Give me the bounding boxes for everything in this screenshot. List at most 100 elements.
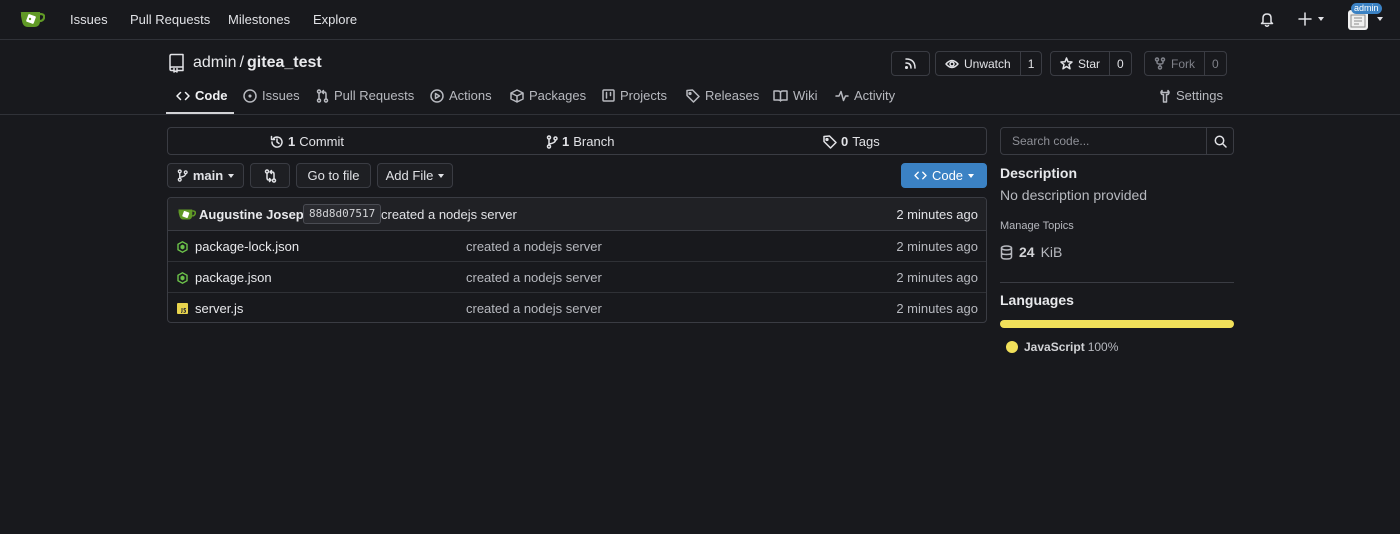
sidebar-divider [1000,282,1234,283]
language-item-javascript[interactable]: JavaScript 100% [1006,340,1118,354]
file-row[interactable]: package.json created a nodejs server 2 m… [168,262,986,293]
clone-code-button[interactable]: Code [901,163,987,188]
gitea-logo-icon[interactable] [19,8,45,30]
plus-icon [1298,12,1312,26]
tab-settings[interactable]: Settings [1159,88,1223,103]
file-commit-time: 2 minutes ago [896,270,978,285]
avatar-chevron-down-icon[interactable] [1377,17,1383,21]
compare-icon [264,168,276,183]
create-new-menu[interactable] [1298,12,1324,26]
javascript-icon [177,303,188,314]
search-code-input[interactable] [1001,128,1206,154]
file-name-link[interactable]: package-lock.json [195,239,299,254]
tab-wiki[interactable]: Wiki [773,88,818,103]
play-circle-icon [430,88,444,103]
branches-link[interactable]: 1 Branch [546,134,614,149]
file-commit-time: 2 minutes ago [896,239,978,254]
branches-label: Branch [573,134,615,149]
book-icon [773,90,788,102]
file-name-link[interactable]: package.json [195,270,272,285]
forks-count[interactable]: 0 [1204,52,1226,75]
file-row[interactable]: package-lock.json created a nodejs serve… [168,231,986,262]
commits-label: Commit [299,134,345,149]
fork-icon [1154,57,1166,70]
manage-topics-link[interactable]: Manage Topics [1000,220,1074,232]
notifications-bell-icon[interactable] [1259,11,1275,28]
fork-button[interactable]: Fork [1145,52,1204,75]
file-commit-message-link[interactable]: created a nodejs server [466,301,602,316]
tab-pull-requests[interactable]: Pull Requests [316,88,414,103]
branch-selector[interactable]: main [167,163,244,188]
pulse-icon [835,90,849,101]
file-name-link[interactable]: server.js [195,301,243,316]
tab-packages-label: Packages [529,88,587,103]
description-heading: Description [1000,165,1078,181]
branch-name: main [192,168,224,183]
add-file-button[interactable]: Add File [377,163,453,188]
file-row[interactable]: server.js created a nodejs server 2 minu… [168,293,986,322]
search-icon [1214,135,1227,148]
fork-button-group: Fork 0 [1144,51,1227,76]
chevron-down-icon [228,173,235,178]
star-button[interactable]: Star [1051,52,1109,75]
tab-projects[interactable]: Projects [602,88,667,103]
project-board-icon [602,89,615,102]
tab-issues[interactable]: Issues [243,88,300,103]
repo-summary-bar: 1 Commit 1 Branch 0 Tags [167,127,987,155]
language-color-dot [1006,341,1018,353]
repo-title: admin / gitea_test [193,54,322,72]
tab-projects-label: Projects [620,88,667,103]
active-tab-indicator [166,112,234,114]
star-icon [1060,57,1073,70]
rss-feed-button[interactable] [891,51,930,76]
tools-icon [1160,89,1170,103]
repo-owner-link[interactable]: admin [193,54,237,72]
tab-actions-label: Actions [449,88,492,103]
watch-button-group: Unwatch 1 [935,51,1043,76]
tab-packages[interactable]: Packages [510,88,586,103]
nav-milestones-link[interactable]: Milestones [228,12,290,27]
commit-message-link[interactable]: created a nodejs server [381,207,517,222]
database-icon [1000,244,1013,260]
author-avatar [177,208,196,221]
tab-actions[interactable]: Actions [430,88,492,103]
code-search [1000,127,1234,155]
language-bar-segment-javascript [1000,320,1234,328]
nav-explore-link[interactable]: Explore [313,12,357,27]
unwatch-button[interactable]: Unwatch [936,52,1020,75]
tab-code-label: Code [195,88,228,103]
tab-code[interactable]: Code [176,88,228,103]
repo-name-link[interactable]: gitea_test [247,54,322,72]
tab-activity[interactable]: Activity [835,88,895,103]
chevron-down-icon [968,173,975,178]
tab-activity-label: Activity [854,88,896,103]
language-name: JavaScript [1024,340,1085,354]
commits-link[interactable]: 1 Commit [270,134,344,149]
file-commit-message-link[interactable]: created a nodejs server [466,270,602,285]
commits-count: 1 [288,134,296,149]
commit-sha-link[interactable]: 88d8d07517 [303,204,382,224]
file-commit-message-link[interactable]: created a nodejs server [466,239,602,254]
nav-issues-link[interactable]: Issues [70,12,108,27]
commit-author-link[interactable]: Augustine Joseph [199,207,312,222]
latest-commit-row: Augustine Joseph 88d8d07517 created a no… [168,198,986,231]
code-icon [176,91,190,100]
compare-button[interactable] [250,163,290,188]
repo-size-value: 24 [1019,244,1035,260]
pull-request-icon [316,88,329,103]
stars-count[interactable]: 0 [1109,52,1131,75]
tab-releases-label: Releases [705,88,760,103]
search-button[interactable] [1206,128,1233,154]
repo-separator: / [239,54,245,71]
tab-releases[interactable]: Releases [686,88,759,103]
go-to-file-button[interactable]: Go to file [296,163,371,188]
branches-count: 1 [562,134,570,149]
issue-icon [243,88,257,103]
watchers-count[interactable]: 1 [1019,52,1042,75]
nav-pull-requests-link[interactable]: Pull Requests [130,12,210,27]
add-file-label: Add File [385,168,434,183]
tags-link[interactable]: 0 Tags [823,134,880,149]
language-percent: 100% [1087,340,1119,354]
repo-header: admin / gitea_test Unwatch 1 Star 0 Fork… [0,40,1400,115]
tag-icon [823,134,837,149]
